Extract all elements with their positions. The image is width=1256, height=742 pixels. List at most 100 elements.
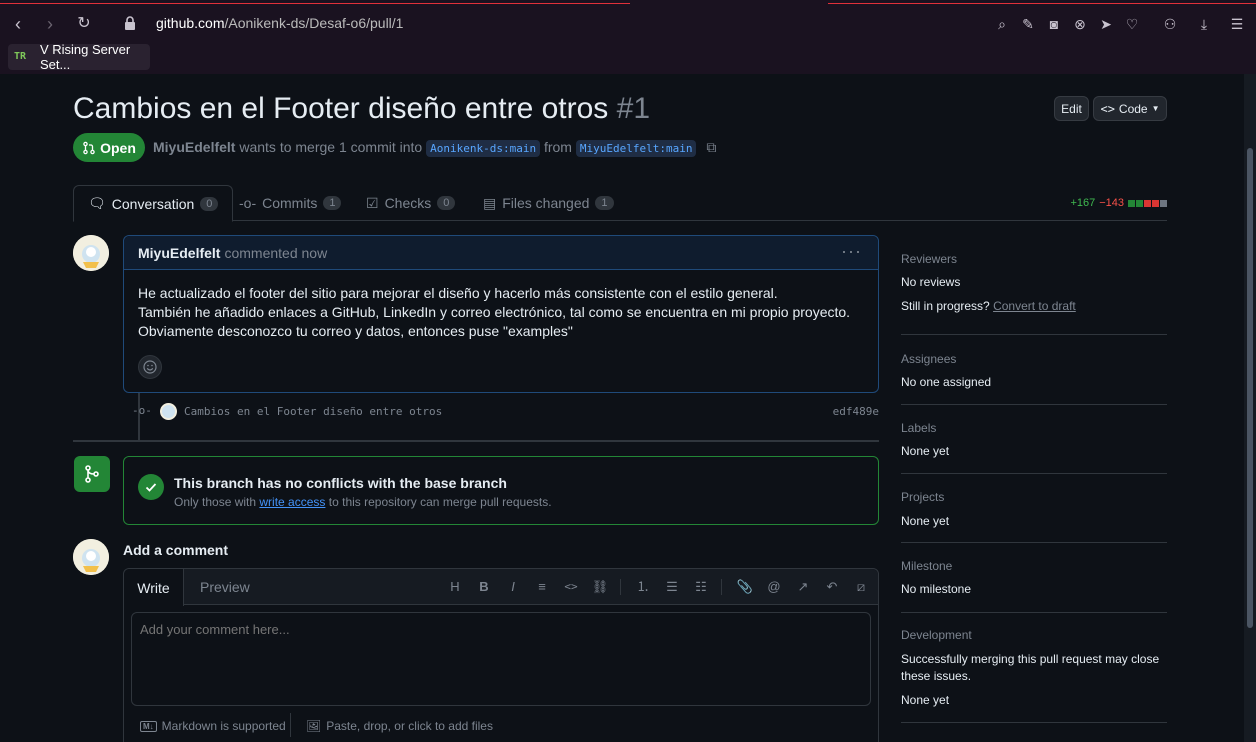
search-icon[interactable]: ⌕ [993, 15, 1011, 33]
merge-title: This branch has no conflicts with the ba… [174, 475, 507, 491]
check-icon [138, 474, 164, 500]
convert-to-draft-link[interactable]: Convert to draft [993, 299, 1076, 313]
download-icon[interactable]: ⤓ [1195, 15, 1213, 33]
sidebar-value: No reviews [901, 275, 961, 289]
heart-icon[interactable]: ♡ [1123, 15, 1141, 33]
italic-icon[interactable]: I [504, 578, 522, 596]
comment-header: MiyuEdelfelt commented now ··· [124, 236, 878, 270]
comment-textarea[interactable] [131, 612, 871, 706]
avatar[interactable] [73, 235, 109, 271]
comment-time[interactable]: commented now [224, 245, 327, 261]
copy-icon[interactable]: ⧉ [706, 139, 716, 155]
profile-icon[interactable]: ⚇ [1161, 15, 1179, 33]
menu-icon[interactable]: ☰ [1228, 15, 1246, 33]
commit-icon: -o- [132, 404, 152, 417]
write-access-link[interactable]: write access [259, 495, 325, 509]
link-icon[interactable]: ⛓ [591, 578, 609, 596]
sidebar-heading[interactable]: Projects [901, 490, 944, 504]
task-list-icon[interactable]: ☷ [692, 578, 710, 596]
tab-counter: 0 [437, 196, 456, 210]
mention-icon[interactable]: @ [765, 578, 783, 596]
commit-message[interactable]: Cambios en el Footer diseño entre otros [184, 405, 442, 418]
editor-toolbar: Write Preview H B I ≡ <> ⛓ ⒈ ☰ ☷ 📎 @ ↗ ↶… [124, 569, 878, 606]
tab-indicator [828, 0, 1256, 4]
page-title: Cambios en el Footer diseño entre otros … [73, 92, 650, 126]
status-label: Open [100, 139, 136, 156]
comment-line: He actualizado el footer del sitio para … [138, 285, 778, 301]
quote-icon[interactable]: ≡ [533, 578, 551, 596]
attach-label: Paste, drop, or click to add files [326, 719, 493, 733]
reload-icon[interactable]: ↻ [74, 14, 94, 34]
development-note: Successfully merging this pull request m… [901, 652, 1160, 683]
git-merge-icon [74, 456, 110, 492]
scrollbar[interactable] [1244, 74, 1256, 742]
share-icon[interactable]: ✎ [1019, 15, 1037, 33]
commit-avatar[interactable] [160, 403, 177, 420]
tab-preview[interactable]: Preview [200, 569, 250, 605]
edit-button[interactable]: Edit [1054, 96, 1089, 121]
diffstat-square [1136, 199, 1143, 207]
comment-body: He actualizado el footer del sitio para … [124, 270, 878, 341]
sidebar-heading[interactable]: Reviewers [901, 252, 957, 266]
tab-files-changed[interactable]: ▤ Files changed 1 [483, 185, 614, 221]
attach-icon[interactable]: 📎 [736, 578, 754, 596]
tab-checks[interactable]: ☑ Checks 0 [366, 185, 456, 221]
from-text: from [543, 139, 572, 155]
sidebar-labels: Labels None yet [901, 405, 1167, 474]
divider [73, 440, 879, 442]
sidebar-heading[interactable]: Development [901, 628, 972, 642]
reply-icon[interactable]: ↶ [823, 578, 841, 596]
bookmark-label: V Rising Server Set... [39, 42, 131, 72]
tab-write[interactable]: Write [124, 569, 184, 606]
pr-number: #1 [616, 92, 651, 125]
draft-note: Still in progress? Convert to draft [901, 299, 1076, 313]
scrollbar-thumb[interactable] [1247, 148, 1253, 628]
reference-icon[interactable]: ↗ [794, 578, 812, 596]
heading-icon[interactable]: H [446, 578, 464, 596]
slash-commands-icon[interactable]: ⧄ [852, 578, 870, 596]
tab-counter: 0 [200, 196, 219, 211]
code-button[interactable]: <> Code ▼ [1093, 96, 1167, 121]
bookmark-item[interactable]: TR V Rising Server Set... [8, 42, 150, 72]
commit-icon: -o- [239, 195, 257, 211]
meta-text: wants to merge 1 commit into [239, 139, 423, 155]
diffstat-square [1160, 199, 1167, 207]
pr-tabs: 🗨 Conversation 0 -o- Commits 1 ☑ Checks … [73, 185, 1167, 222]
send-icon[interactable]: ➤ [1097, 15, 1115, 33]
attach-files-note[interactable]: 🖼 Paste, drop, or click to add files [306, 719, 493, 733]
markdown-note[interactable]: M↓ Markdown is supported [140, 719, 286, 733]
commit-sha[interactable]: edf489e [833, 405, 879, 418]
sidebar-heading[interactable]: Milestone [901, 559, 952, 573]
back-icon[interactable]: ‹ [8, 14, 28, 34]
merge-sub-suffix: to this repository can merge pull reques… [328, 495, 552, 509]
close-circle-icon[interactable]: ⊗ [1071, 15, 1089, 33]
pr-meta: MiyuEdelfelt wants to merge 1 commit int… [153, 139, 716, 157]
tab-commits[interactable]: -o- Commits 1 [239, 185, 342, 221]
head-branch[interactable]: MiyuEdelfelt:main [575, 140, 697, 157]
sidebar-heading[interactable]: Labels [901, 421, 936, 435]
code-icon[interactable]: <> [562, 578, 580, 596]
comment-line: También he añadido enlaces a GitHub, Lin… [138, 304, 851, 320]
author-link[interactable]: MiyuEdelfelt [153, 139, 235, 155]
bold-icon[interactable]: B [475, 578, 493, 596]
tab-label: Conversation [111, 195, 195, 212]
sidebar-reviewers: Reviewers No reviews Still in progress? … [901, 244, 1167, 335]
camera-icon[interactable]: ◙ [1045, 15, 1063, 33]
markdown-label: Markdown is supported [161, 719, 286, 733]
sidebar-heading[interactable]: Assignees [901, 352, 956, 366]
avatar[interactable] [73, 539, 109, 575]
comment-author[interactable]: MiyuEdelfelt [138, 245, 220, 261]
address-bar[interactable]: github.com/Aonikenk-ds/Desaf-o6/pull/1 [156, 15, 403, 31]
sidebar-development: Development Successfully merging this pu… [901, 613, 1167, 723]
diffstat[interactable]: +167 −143 [1070, 197, 1167, 209]
forward-icon[interactable]: › [40, 14, 60, 34]
diffstat-bar [1128, 199, 1167, 207]
tab-label: Files changed [502, 195, 590, 211]
add-reaction-button[interactable] [138, 355, 162, 379]
unordered-list-icon[interactable]: ☰ [663, 578, 681, 596]
tab-conversation[interactable]: 🗨 Conversation 0 [73, 185, 234, 222]
base-branch[interactable]: Aonikenk-ds:main [426, 140, 541, 157]
tab-label: Commits [262, 195, 318, 211]
kebab-menu-icon[interactable]: ··· [841, 241, 862, 262]
ordered-list-icon[interactable]: ⒈ [634, 578, 652, 596]
